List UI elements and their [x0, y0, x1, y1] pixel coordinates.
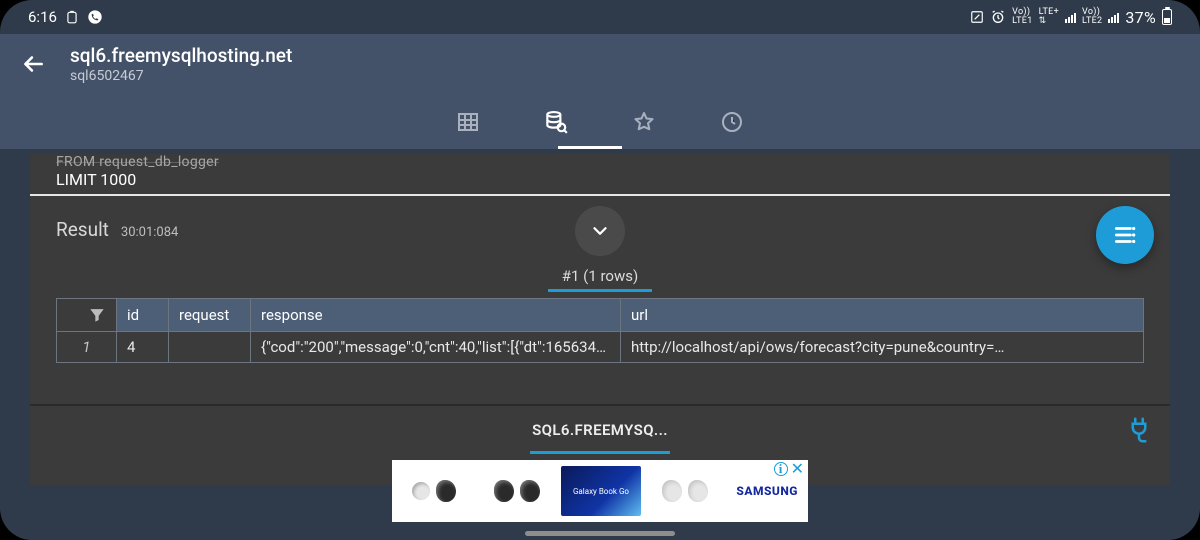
run-fab[interactable]	[1096, 206, 1154, 264]
cell-response: {"cod":"200","message":0,"cnt":40,"list"…	[251, 332, 621, 363]
screenshot-icon	[970, 10, 984, 24]
connection-bar[interactable]: SQL6.FREEMYSQ...	[30, 404, 1170, 454]
tab-favorites[interactable]	[628, 106, 660, 138]
app-bar: sql6.freemysqlhosting.net sql6502467	[0, 34, 1200, 94]
signal2-icon	[1108, 11, 1119, 23]
sql-text[interactable]: FROM request_db_logger LIMIT 1000	[30, 154, 1170, 196]
filter-header[interactable]	[57, 299, 117, 332]
resultset-tab[interactable]: #1 (1 rows)	[30, 263, 1170, 292]
ad-brand: SAMSUNG	[726, 484, 808, 498]
tabs-row	[0, 94, 1200, 149]
connection-label: SQL6.FREEMYSQ...	[532, 421, 668, 439]
tab-indicator	[558, 146, 622, 149]
alarm-icon	[990, 9, 1006, 25]
host-title: sql6.freemysqlhosting.net	[70, 44, 292, 67]
database-subtitle: sql6502467	[70, 68, 292, 84]
ad-banner[interactable]: i ✕ Galaxy Book Go SAMSUNG	[392, 460, 808, 522]
result-label: Result	[56, 218, 109, 241]
col-response[interactable]: response	[251, 299, 621, 332]
tab-table[interactable]	[452, 106, 484, 138]
tab-query[interactable]	[540, 106, 572, 138]
signal1-icon	[1065, 11, 1076, 23]
status-bar: 6:16 Vo))LTE1 LTE+⇅ Vo))LTE2 37%	[0, 0, 1200, 34]
back-button[interactable]	[18, 49, 48, 79]
sim1-label: LTE1	[1012, 17, 1032, 26]
result-table: id request response url 1 4 {"cod":"200"…	[56, 298, 1144, 363]
col-request[interactable]: request	[169, 299, 251, 332]
sim2-label: LTE2	[1082, 17, 1102, 26]
cell-url: http://localhost/api/ows/forecast?city=p…	[621, 332, 1144, 363]
home-indicator[interactable]	[525, 531, 675, 536]
battery-percent: 37%	[1125, 8, 1156, 27]
timer-icon	[65, 10, 79, 24]
expand-button[interactable]	[575, 206, 625, 256]
filter-icon	[87, 305, 107, 325]
plug-icon[interactable]	[1124, 415, 1154, 445]
connection-indicator	[530, 451, 670, 454]
clock: 6:16	[28, 8, 57, 26]
battery-icon	[1162, 9, 1172, 25]
ad-close-icon[interactable]: ✕	[791, 462, 804, 476]
tab-history[interactable]	[716, 106, 748, 138]
col-url[interactable]: url	[621, 299, 1144, 332]
cell-id: 4	[117, 332, 169, 363]
ad-product-label: Galaxy Book Go	[561, 466, 641, 516]
row-index: 1	[57, 332, 117, 363]
table-row[interactable]: 1 4 {"cod":"200","message":0,"cnt":40,"l…	[57, 332, 1144, 363]
result-time: 30:01:084	[121, 225, 178, 240]
cell-request	[169, 332, 251, 363]
phone-icon	[87, 9, 103, 25]
col-id[interactable]: id	[117, 299, 169, 332]
ad-info-icon[interactable]: i	[774, 462, 788, 476]
